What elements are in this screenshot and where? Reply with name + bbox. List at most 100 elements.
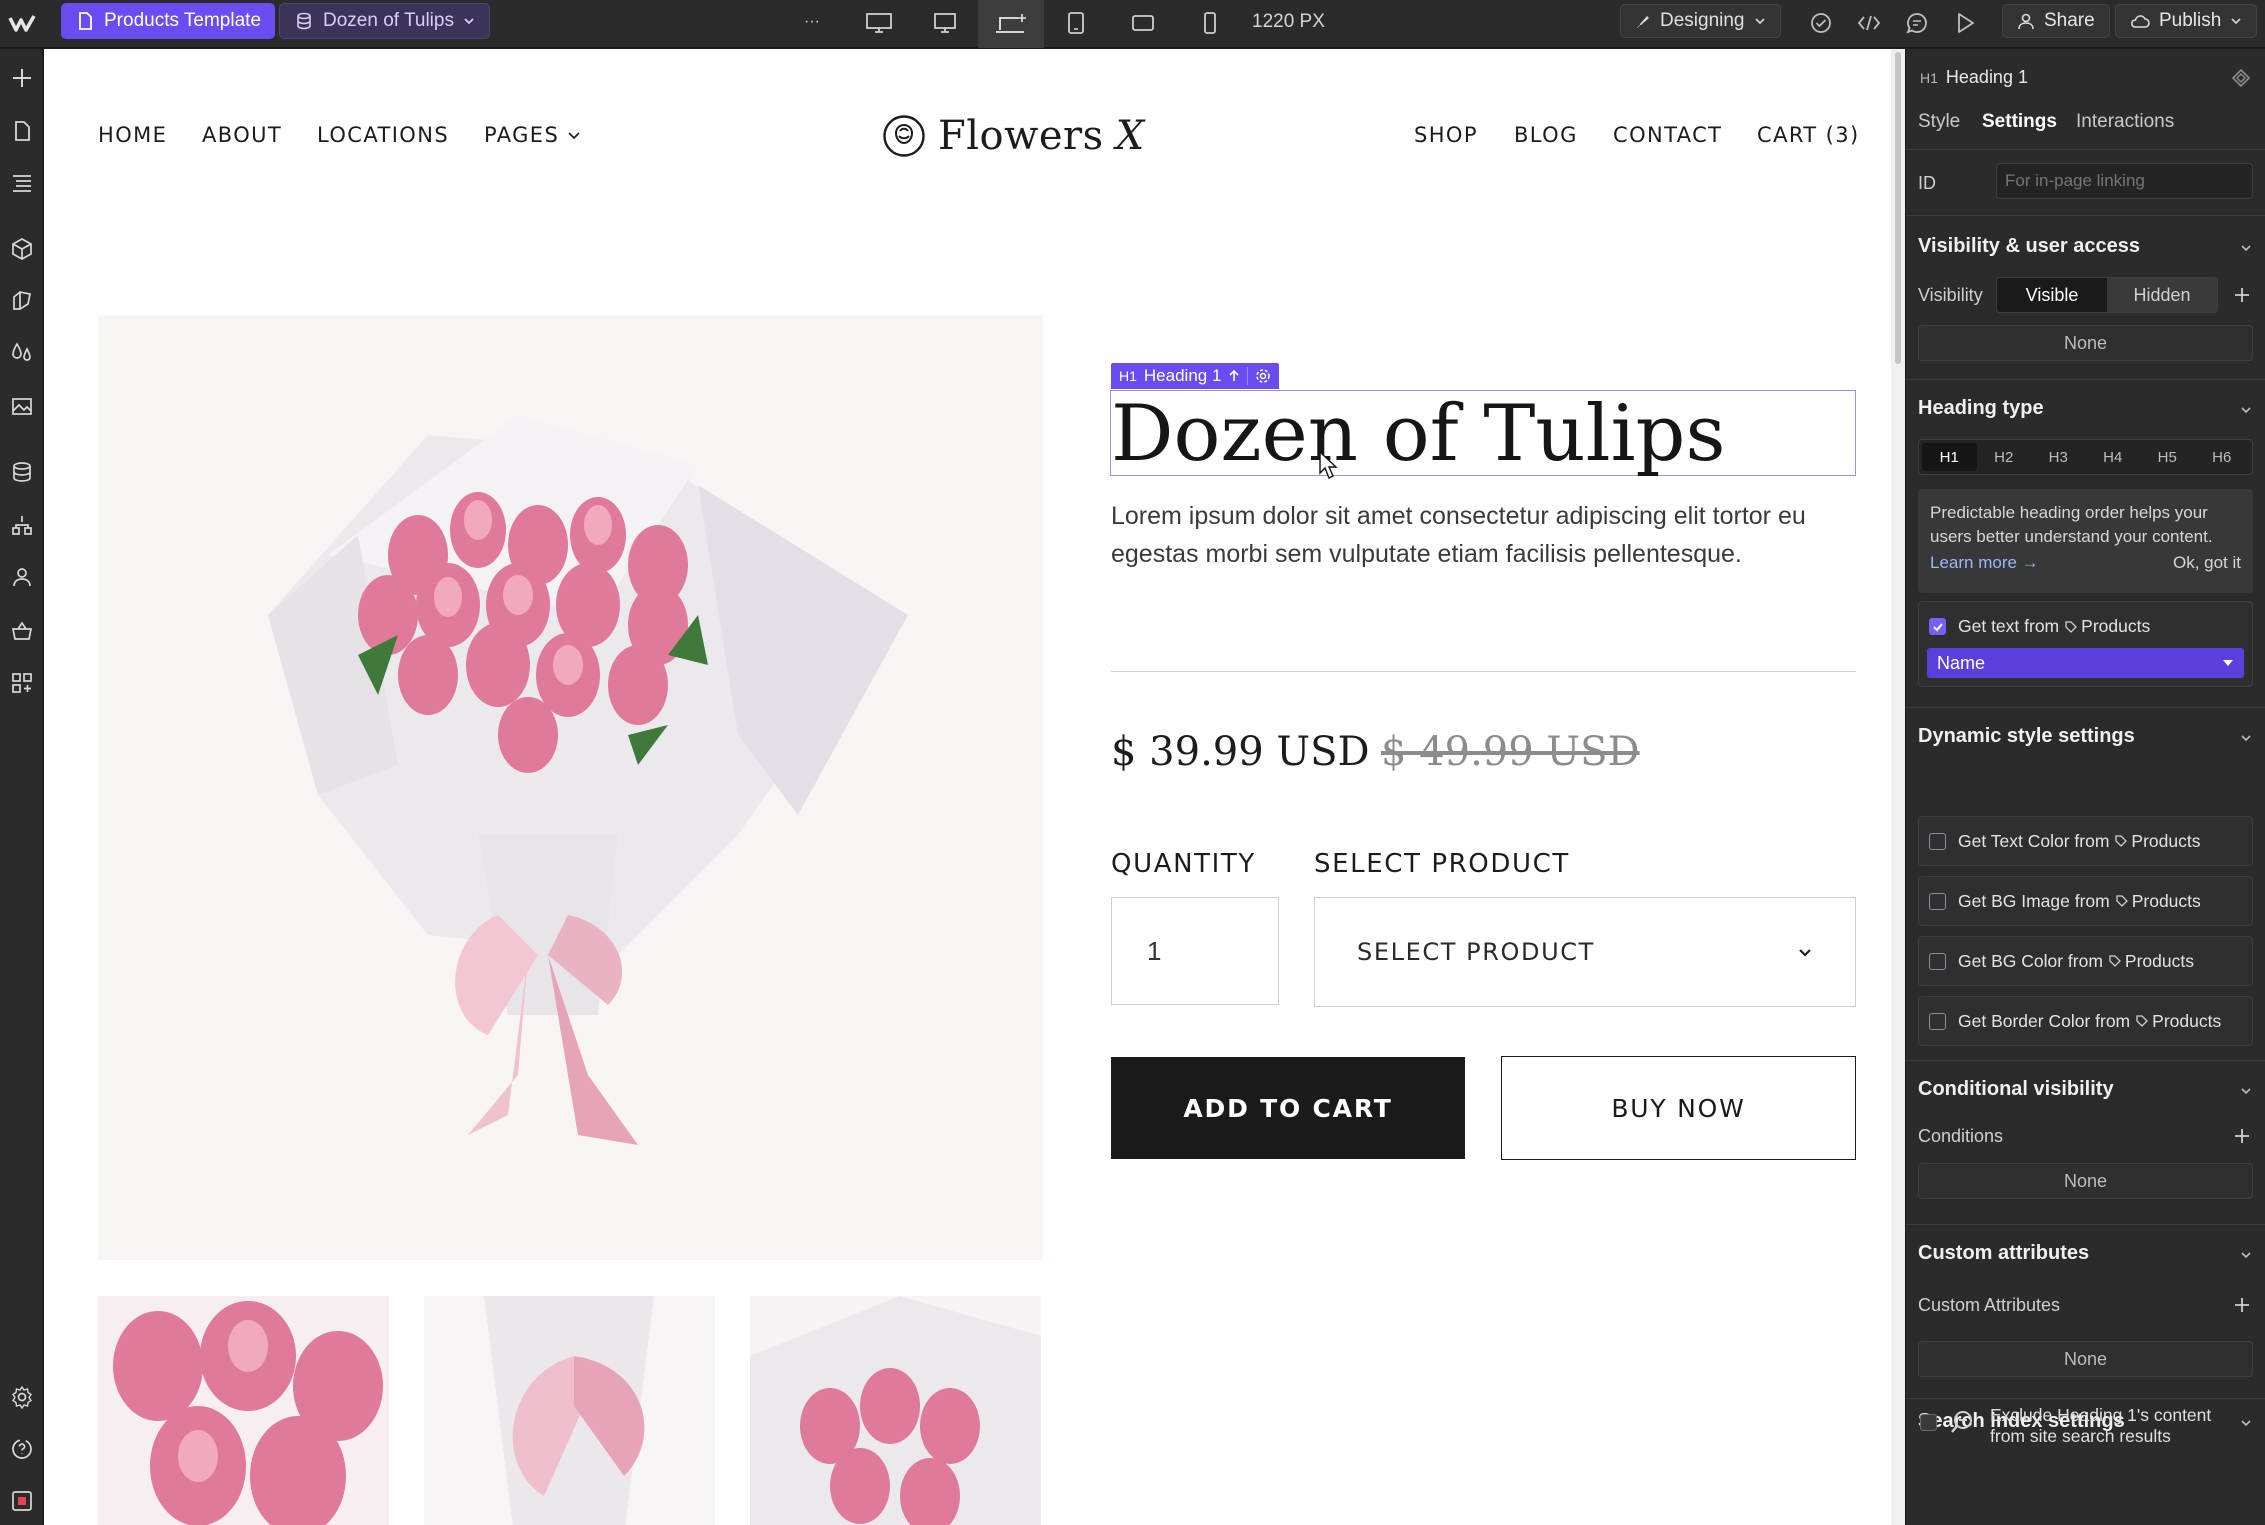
tablet-icon[interactable]: [1064, 8, 1088, 38]
product-thumbnail[interactable]: [424, 1296, 715, 1525]
pages-icon[interactable]: [10, 119, 34, 143]
product-main-image[interactable]: [98, 315, 1043, 1260]
chevron-down-icon[interactable]: [2239, 1248, 2253, 1262]
heading-type-section-title[interactable]: Heading type: [1918, 397, 2044, 420]
add-icon[interactable]: [10, 66, 34, 90]
heading-level-h3[interactable]: H3: [2031, 443, 2086, 471]
get-text-row[interactable]: Get text from Products: [1929, 616, 2150, 637]
ok-got-it-button[interactable]: Ok, got it: [2173, 553, 2241, 573]
learn-more-link[interactable]: Learn more →: [1930, 553, 2039, 573]
chevron-down-icon[interactable]: [2239, 731, 2253, 745]
scrollbar-thumb[interactable]: [1895, 52, 1901, 364]
gear-icon[interactable]: [1255, 368, 1271, 384]
nav-home-link[interactable]: HOME: [98, 123, 167, 147]
webflow-logo[interactable]: [6, 10, 38, 38]
navigator-icon[interactable]: [10, 171, 34, 195]
checkmark-icon[interactable]: [1808, 10, 1834, 36]
mode-selector-button[interactable]: Designing: [1620, 4, 1781, 38]
checkbox[interactable]: [1929, 1012, 1946, 1030]
logic-icon[interactable]: [10, 513, 34, 537]
variables-icon[interactable]: [10, 341, 34, 365]
selected-element-badge[interactable]: H1 Heading 1: [1111, 363, 1280, 389]
nav-pages-dropdown[interactable]: PAGES: [484, 123, 581, 147]
desktop-large-icon[interactable]: [928, 8, 962, 38]
cms-item-selector-button[interactable]: Dozen of Tulips: [279, 3, 490, 39]
field-select[interactable]: Name: [1927, 648, 2244, 678]
heading-level-h1[interactable]: H1: [1922, 443, 1977, 471]
share-button[interactable]: Share: [2002, 4, 2110, 38]
visible-option[interactable]: Visible: [1997, 278, 2107, 312]
checkbox[interactable]: [1920, 1414, 1937, 1431]
conditional-visibility-section-title[interactable]: Conditional visibility: [1918, 1078, 2114, 1101]
quantity-input[interactable]: 1: [1111, 897, 1279, 1005]
more-icon[interactable]: ···: [800, 10, 824, 34]
cms-icon[interactable]: [10, 460, 34, 484]
select-product-dropdown[interactable]: SELECT PRODUCT: [1314, 897, 1856, 1007]
nav-locations-link[interactable]: LOCATIONS: [317, 123, 449, 147]
add-to-cart-button[interactable]: ADD TO CART: [1111, 1057, 1465, 1159]
preview-play-icon[interactable]: [1952, 10, 1978, 36]
get-border-color-row[interactable]: Get Border Color from Products: [1918, 996, 2253, 1046]
design-canvas[interactable]: HOME ABOUT LOCATIONS PAGES Flowers X SHO…: [44, 49, 1891, 1525]
comment-icon[interactable]: [1904, 10, 1930, 36]
heading-level-h5[interactable]: H5: [2140, 443, 2195, 471]
hidden-option[interactable]: Hidden: [2107, 278, 2217, 312]
heading-level-h6[interactable]: H6: [2195, 443, 2250, 471]
product-title[interactable]: Dozen of Tulips: [1111, 392, 1726, 476]
desktop-base-icon[interactable]: [978, 0, 1044, 48]
get-text-color-row[interactable]: Get Text Color from Products: [1918, 816, 2253, 866]
tab-interactions[interactable]: Interactions: [2076, 111, 2174, 133]
custom-attributes-none-box[interactable]: None: [1918, 1341, 2253, 1377]
mobile-landscape-icon[interactable]: [1128, 8, 1158, 38]
tab-settings[interactable]: Settings: [1982, 111, 2057, 133]
mobile-portrait-icon[interactable]: [1198, 8, 1222, 38]
settings-icon[interactable]: [10, 1385, 34, 1410]
id-input[interactable]: [1996, 163, 2253, 199]
get-bg-image-row[interactable]: Get BG Image from Products: [1918, 876, 2253, 926]
heading-level-h4[interactable]: H4: [2086, 443, 2141, 471]
users-icon[interactable]: [10, 565, 34, 589]
add-icon[interactable]: [2233, 1296, 2251, 1314]
checkbox[interactable]: [1929, 892, 1946, 910]
ecommerce-icon[interactable]: [10, 619, 34, 643]
visibility-section-title[interactable]: Visibility & user access: [1918, 235, 2140, 258]
buy-now-button[interactable]: BUY NOW: [1501, 1056, 1856, 1160]
desktop-xl-icon[interactable]: [862, 8, 896, 38]
nav-about-link[interactable]: ABOUT: [202, 123, 282, 147]
visibility-none-box[interactable]: None: [1918, 325, 2253, 361]
code-icon[interactable]: [1856, 10, 1882, 36]
assets-icon[interactable]: [10, 394, 34, 418]
visibility-toggle[interactable]: Visible Hidden: [1996, 277, 2218, 313]
canvas-scrollbar[interactable]: [1891, 49, 1905, 1525]
record-icon[interactable]: [10, 1489, 34, 1513]
site-logo[interactable]: Flowers X: [882, 113, 1144, 159]
chevron-down-icon[interactable]: [2239, 403, 2253, 417]
heading-level-selector[interactable]: H1 H2 H3 H4 H5 H6: [1918, 439, 2253, 475]
apps-icon[interactable]: [10, 671, 34, 695]
style-selector-icon[interactable]: [10, 289, 34, 313]
dynamic-style-section-title[interactable]: Dynamic style settings: [1918, 725, 2135, 748]
get-bg-color-row[interactable]: Get BG Color from Products: [1918, 936, 2253, 986]
tab-style[interactable]: Style: [1918, 111, 1960, 133]
nav-cart-link[interactable]: CART (3): [1757, 123, 1860, 147]
chevron-down-icon[interactable]: [2239, 1084, 2253, 1098]
custom-attributes-section-title[interactable]: Custom attributes: [1918, 1242, 2089, 1265]
page-selector-button[interactable]: Products Template: [61, 3, 276, 39]
help-icon[interactable]: [10, 1437, 34, 1461]
nav-blog-link[interactable]: BLOG: [1514, 123, 1578, 147]
product-thumbnail[interactable]: [98, 1296, 389, 1525]
components-icon[interactable]: [10, 237, 34, 261]
parent-arrow-icon[interactable]: [1228, 369, 1240, 383]
nav-contact-link[interactable]: CONTACT: [1613, 123, 1722, 147]
product-thumbnail[interactable]: [750, 1296, 1041, 1525]
checkbox-checked[interactable]: [1929, 618, 1946, 635]
component-icon[interactable]: [2231, 68, 2251, 88]
conditions-none-box[interactable]: None: [1918, 1163, 2253, 1199]
checkbox[interactable]: [1929, 952, 1946, 970]
heading-level-h2[interactable]: H2: [1977, 443, 2032, 471]
nav-shop-link[interactable]: SHOP: [1414, 123, 1478, 147]
add-icon[interactable]: [2233, 1127, 2251, 1145]
add-icon[interactable]: [2233, 286, 2251, 304]
chevron-down-icon[interactable]: [2239, 241, 2253, 255]
publish-button[interactable]: Publish: [2115, 4, 2258, 38]
